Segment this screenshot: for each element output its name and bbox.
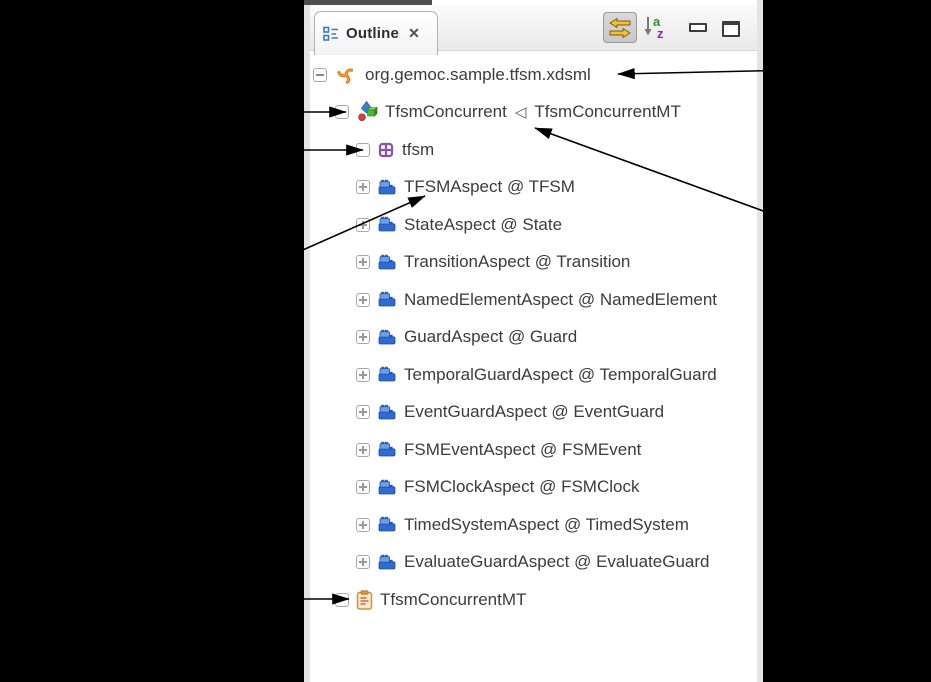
tree-row[interactable]: StateAspect @ State — [310, 206, 757, 244]
expand-box[interactable] — [335, 593, 349, 607]
link-with-editor-icon — [608, 17, 632, 39]
aspect-brick-icon — [377, 216, 397, 233]
view-header: Outline ✕ — [310, 5, 757, 51]
tree-item-label[interactable]: TFSMAspect @ TFSM — [404, 177, 575, 197]
aspect-brick-icon — [377, 479, 397, 496]
aspect-brick-icon — [377, 554, 397, 571]
expand-icon[interactable] — [356, 218, 370, 232]
tree-row[interactable]: TfsmConcurrent ◁ TfsmConcurrentMT — [310, 94, 757, 132]
outline-view-icon — [323, 26, 339, 42]
expand-icon[interactable] — [356, 443, 370, 457]
aspect-brick-icon — [377, 329, 397, 346]
sort-alphabetically-icon: a z — [642, 14, 668, 41]
screenshot-canvas: Outline ✕ — [0, 0, 931, 682]
expand-box[interactable] — [335, 105, 349, 119]
tree-item-label[interactable]: TimedSystemAspect @ TimedSystem — [404, 515, 689, 535]
tree-row[interactable]: TransitionAspect @ Transition — [310, 244, 757, 282]
outline-tree: org.gemoc.sample.tfsm.xdsml TfsmConcurren… — [310, 56, 757, 619]
aspect-brick-icon — [377, 366, 397, 383]
tree-item-label[interactable]: TfsmConcurrent — [385, 102, 507, 122]
expand-icon[interactable] — [356, 368, 370, 382]
link-with-editor-button[interactable] — [603, 12, 637, 43]
tree-item-label[interactable]: org.gemoc.sample.tfsm.xdsml — [365, 65, 591, 85]
expand-icon[interactable] — [356, 518, 370, 532]
tree-item-label[interactable]: EventGuardAspect @ EventGuard — [404, 402, 664, 422]
clipboard-icon — [356, 590, 373, 610]
expand-icon[interactable] — [356, 480, 370, 494]
tree-item-label[interactable]: NamedElementAspect @ NamedElement — [404, 290, 717, 310]
tree-item-label[interactable]: TfsmConcurrentMT — [380, 590, 526, 610]
outline-view-panel: Outline ✕ — [304, 0, 763, 682]
tree-row[interactable]: FSMClockAspect @ FSMClock — [310, 469, 757, 507]
gemoc-model-icon — [334, 63, 358, 87]
collapse-icon[interactable] — [313, 68, 327, 82]
expand-icon[interactable] — [356, 555, 370, 569]
tree-row[interactable]: org.gemoc.sample.tfsm.xdsml — [310, 56, 757, 94]
expand-icon[interactable] — [356, 255, 370, 269]
panel-right-border — [757, 0, 763, 682]
aspect-brick-icon — [377, 179, 397, 196]
maximize-button[interactable] — [722, 21, 740, 37]
tree-row[interactable]: TimedSystemAspect @ TimedSystem — [310, 506, 757, 544]
aspect-brick-icon — [377, 516, 397, 533]
tree-row[interactable]: EvaluateGuardAspect @ EvaluateGuard — [310, 544, 757, 582]
tree-row[interactable]: FSMEventAspect @ FSMEvent — [310, 431, 757, 469]
tab-outline[interactable]: Outline ✕ — [314, 11, 438, 55]
gemoc-language-icon — [356, 101, 378, 123]
expand-icon[interactable] — [356, 405, 370, 419]
tree-row[interactable]: EventGuardAspect @ EventGuard — [310, 394, 757, 432]
svg-text:z: z — [657, 26, 664, 41]
tree-item-label[interactable]: FSMEventAspect @ FSMEvent — [404, 440, 641, 460]
tree-row[interactable]: NamedElementAspect @ NamedElement — [310, 281, 757, 319]
tree-item-label[interactable]: TemporalGuardAspect @ TemporalGuard — [404, 365, 717, 385]
cropped-annotation-text: nt — [3, 294, 27, 327]
expand-box[interactable] — [356, 143, 370, 157]
tab-close-icon[interactable]: ✕ — [408, 25, 420, 42]
tree-item-label[interactable]: EvaluateGuardAspect @ EvaluateGuard — [404, 552, 710, 572]
emf-package-icon — [377, 141, 395, 159]
tree-row[interactable]: tfsm — [310, 131, 757, 169]
tree-item-secondary-label: TfsmConcurrentMT — [534, 102, 680, 122]
sort-button[interactable]: a z — [642, 14, 668, 41]
tree-item-label[interactable]: TransitionAspect @ Transition — [404, 252, 630, 272]
aspect-brick-icon — [377, 254, 397, 271]
expand-icon[interactable] — [356, 180, 370, 194]
aspect-brick-icon — [377, 404, 397, 421]
aspect-brick-icon — [377, 291, 397, 308]
aspect-brick-icon — [377, 441, 397, 458]
tree-row[interactable]: TfsmConcurrentMT — [310, 581, 757, 619]
tree-row[interactable]: TemporalGuardAspect @ TemporalGuard — [310, 356, 757, 394]
tree-item-label[interactable]: tfsm — [402, 140, 434, 160]
minimize-button[interactable] — [689, 23, 707, 32]
tree-item-label[interactable]: StateAspect @ State — [404, 215, 562, 235]
extends-triangle-icon: ◁ — [515, 103, 527, 121]
expand-icon[interactable] — [356, 293, 370, 307]
tree-row[interactable]: TFSMAspect @ TFSM — [310, 169, 757, 207]
expand-icon[interactable] — [356, 330, 370, 344]
tree-row[interactable]: GuardAspect @ Guard — [310, 319, 757, 357]
tree-item-label[interactable]: GuardAspect @ Guard — [404, 327, 577, 347]
tree-item-label[interactable]: FSMClockAspect @ FSMClock — [404, 477, 639, 497]
tab-title: Outline — [346, 25, 399, 42]
